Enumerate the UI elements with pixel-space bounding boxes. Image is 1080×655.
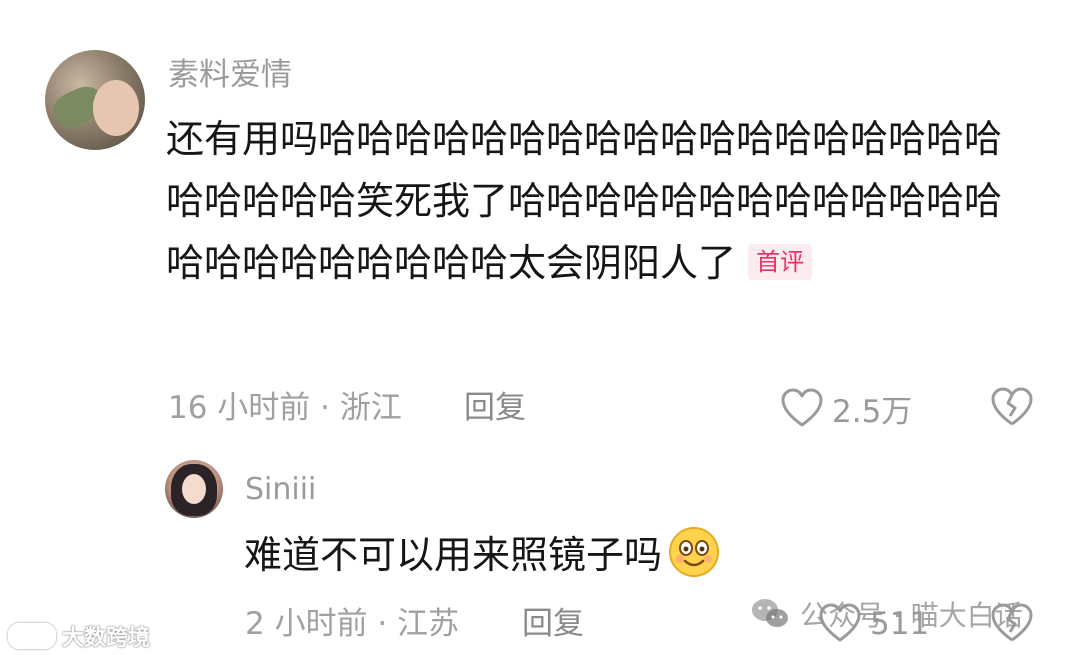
watermark-right-text: 公众号 · 喵大白话 bbox=[800, 599, 1023, 632]
comment-body: 难道不可以用来照镜子吗 bbox=[244, 533, 663, 577]
watermark-left: 大数跨境 bbox=[8, 620, 150, 652]
comment-username[interactable]: 素料爱情 bbox=[168, 55, 292, 95]
comment-text: 还有用吗哈哈哈哈哈哈哈哈哈哈哈哈哈哈哈哈哈哈哈哈哈哈哈笑死我了哈哈哈哈哈哈哈哈哈… bbox=[166, 108, 1026, 294]
avatar-face-graphic bbox=[93, 80, 139, 136]
reply-button[interactable]: 回复 bbox=[464, 388, 526, 428]
comment-meta: 16 小时前 · 浙江 bbox=[168, 390, 402, 426]
comment-username[interactable]: Siniii bbox=[245, 470, 316, 510]
first-comment-badge: 首评 bbox=[748, 244, 813, 280]
comment-body: 还有用吗哈哈哈哈哈哈哈哈哈哈哈哈哈哈哈哈哈哈哈哈哈哈哈笑死我了哈哈哈哈哈哈哈哈哈… bbox=[166, 117, 1003, 285]
comment-text: 难道不可以用来照镜子吗 bbox=[244, 524, 720, 586]
comment-meta: 2 小时前 · 江苏 bbox=[245, 606, 460, 642]
broken-heart-icon[interactable] bbox=[990, 386, 1034, 430]
smiling-face-emoji-icon bbox=[669, 527, 720, 577]
watermark-logo-icon bbox=[8, 623, 56, 649]
watermark-left-text: 大数跨境 bbox=[62, 626, 151, 651]
heart-icon bbox=[781, 388, 823, 426]
wechat-icon bbox=[752, 599, 788, 627]
like-count: 2.5万 bbox=[832, 394, 913, 430]
reply-button[interactable]: 回复 bbox=[522, 604, 584, 644]
avatar-face-graphic bbox=[182, 474, 206, 504]
user-avatar[interactable] bbox=[45, 50, 145, 150]
like-button[interactable]: 2.5万 bbox=[780, 386, 912, 431]
watermark-right: 公众号 · 喵大白话 bbox=[750, 594, 1023, 634]
user-avatar[interactable] bbox=[165, 460, 223, 518]
